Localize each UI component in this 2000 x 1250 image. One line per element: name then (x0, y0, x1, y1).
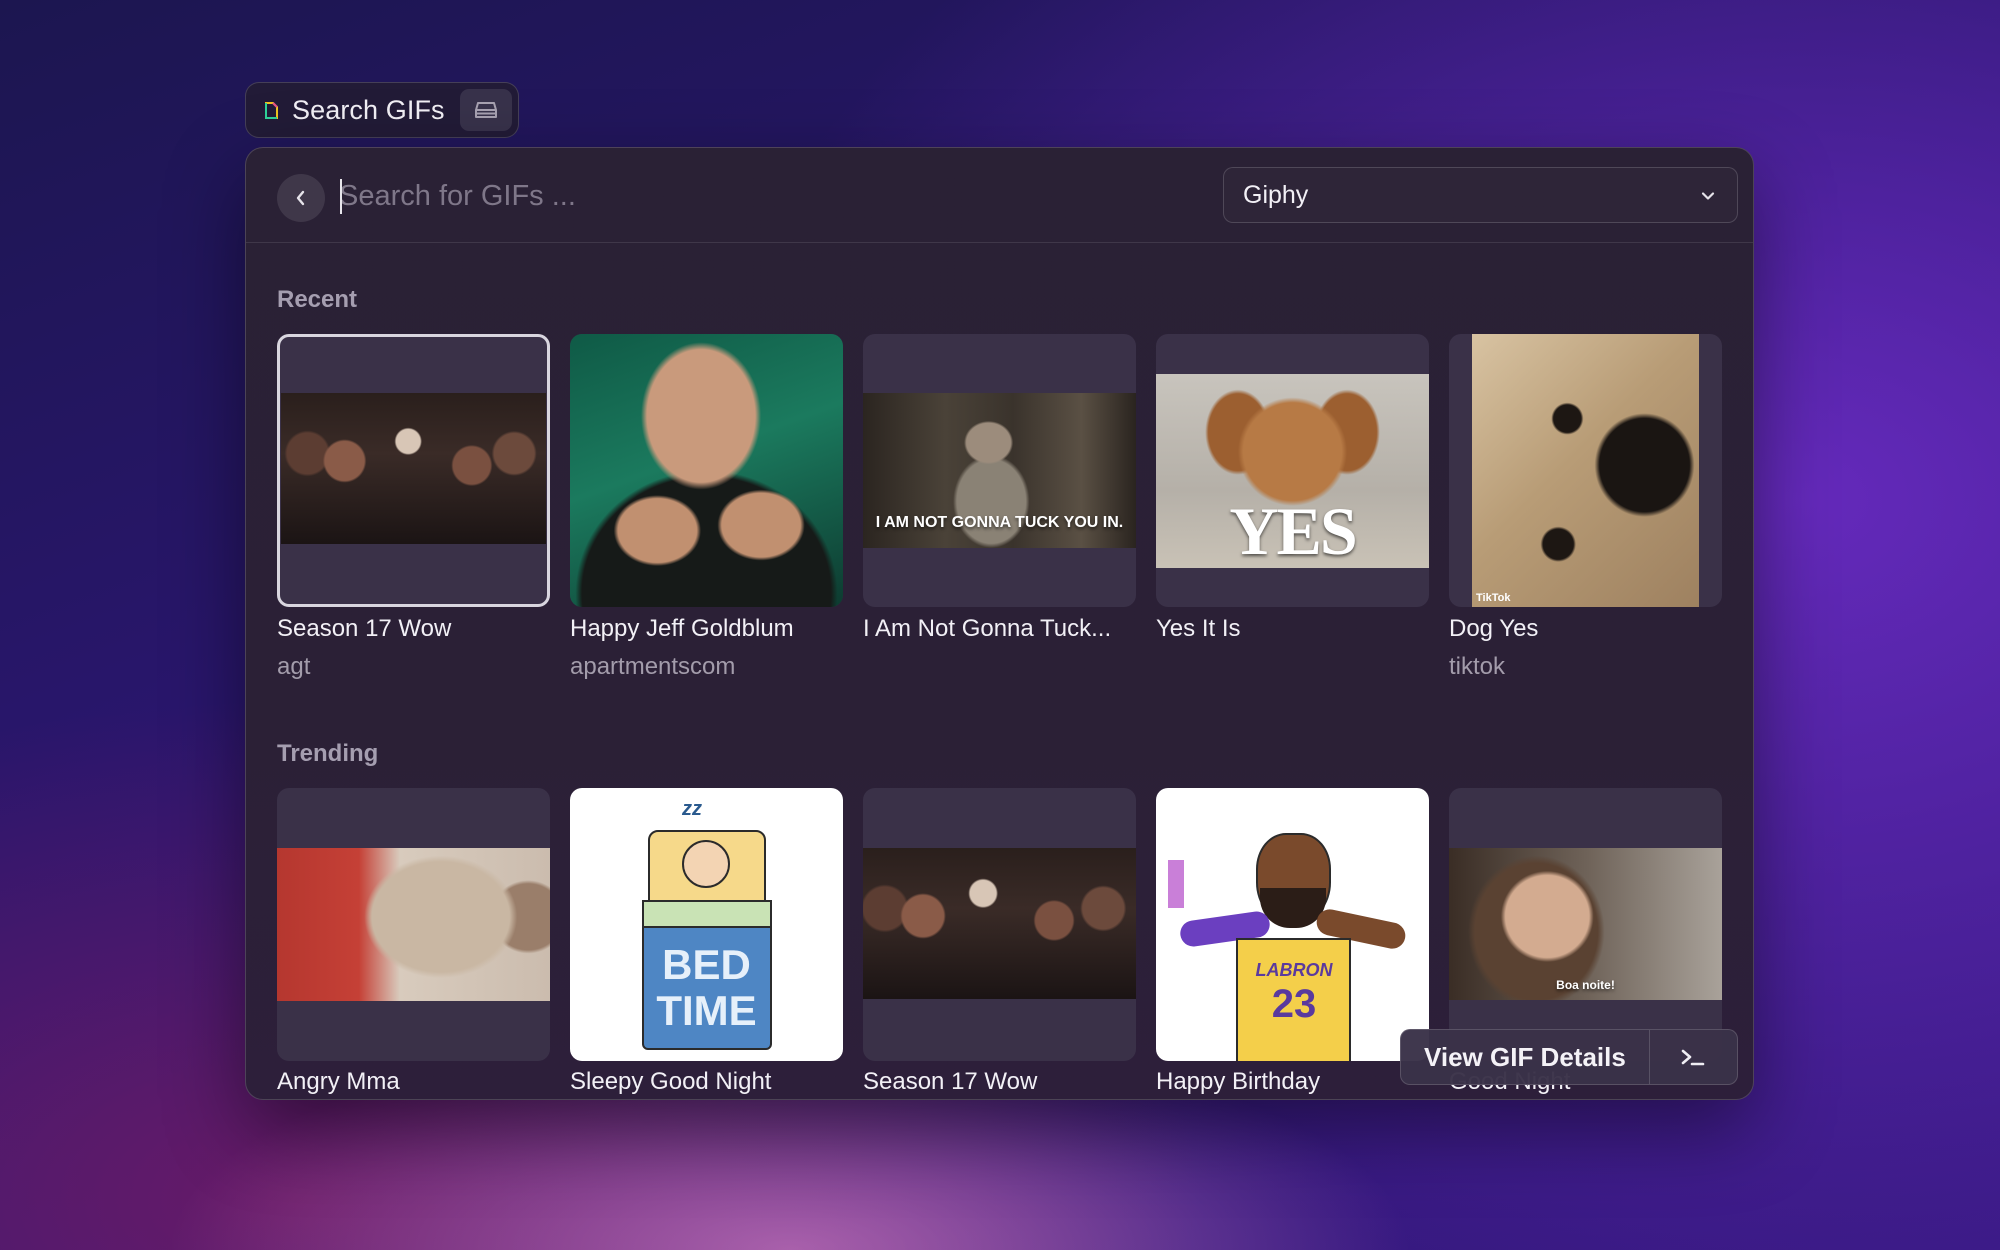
gif-card[interactable] (277, 334, 550, 607)
gif-card[interactable]: YES (1156, 334, 1429, 607)
gif-thumbnail: I AM NOT GONNA TUCK YOU IN. (863, 393, 1136, 548)
gif-caption-top: zz (682, 798, 702, 820)
gif-title: Season 17 Wow (863, 1068, 1038, 1095)
gif-caption: Boa noite! (1556, 978, 1615, 992)
gif-caption: 23 (1271, 982, 1317, 1026)
terminal-icon (1682, 1049, 1705, 1066)
provider-selected: Giphy (1243, 180, 1309, 209)
gif-card[interactable]: I AM NOT GONNA TUCK YOU IN. (863, 334, 1136, 607)
tray-icon[interactable] (460, 89, 512, 131)
provider-dropdown[interactable]: Giphy (1223, 167, 1738, 223)
gif-card[interactable]: Boa noite! (1449, 788, 1722, 1061)
gif-caption-line1: BED (662, 941, 751, 988)
gif-thumbnail (277, 848, 550, 1001)
gif-caption: I AM NOT GONNA TUCK YOU IN. (875, 514, 1124, 531)
gif-title: Sleepy Good Night (570, 1068, 772, 1095)
gif-title: Season 17 Wow (277, 615, 452, 642)
gif-caption-line2: TIME (656, 987, 757, 1034)
gif-card[interactable] (570, 334, 843, 607)
gif-card[interactable]: LABRON 23 (1156, 788, 1429, 1061)
command-title-pill: Search GIFs (245, 82, 519, 138)
gif-title: Happy Jeff Goldblum (570, 615, 794, 642)
text-caret (340, 179, 342, 214)
gif-caption: YES (1229, 493, 1357, 569)
gif-title: I Am Not Gonna Tuck... (863, 615, 1112, 642)
gif-source: agt (277, 653, 311, 680)
action-panel-button[interactable] (1650, 1047, 1737, 1067)
section-title-recent: Recent (277, 286, 358, 313)
chevron-down-icon (1701, 192, 1715, 200)
gif-thumbnail: Boa noite! (1449, 848, 1722, 1000)
view-gif-details-button[interactable]: View GIF Details (1401, 1030, 1650, 1084)
command-title: Search GIFs (292, 94, 445, 125)
search-input[interactable] (339, 170, 1099, 222)
gif-title: Angry Mma (277, 1068, 400, 1095)
gif-title: Yes It Is (1156, 615, 1241, 642)
gif-thumbnail: LABRON 23 (1156, 788, 1429, 1061)
gif-source: tiktok (1449, 653, 1506, 680)
back-button[interactable] (277, 174, 325, 222)
gif-thumbnail (281, 393, 546, 544)
gif-thumbnail: YES (1156, 374, 1429, 569)
gif-thumbnail (863, 848, 1136, 999)
gif-card[interactable]: TikTok (1449, 334, 1722, 607)
gif-thumbnail (570, 334, 843, 607)
gif-source: apartmentscom (570, 653, 736, 680)
gif-caption-jersey: LABRON (1255, 960, 1333, 980)
gif-card[interactable]: zz BED TIME (570, 788, 843, 1061)
action-bar: View GIF Details (1400, 1029, 1738, 1085)
chevron-left-icon (296, 190, 305, 206)
gif-thumbnail: TikTok (1472, 334, 1699, 607)
raycast-gif-icon (264, 102, 278, 119)
section-title-trending: Trending (277, 740, 379, 767)
search-bar: Giphy (246, 148, 1753, 243)
gif-search-window: Giphy Recent Season 17 Wow agt Happy Jef… (245, 147, 1754, 1100)
gif-card[interactable] (277, 788, 550, 1061)
gif-caption: TikTok (1476, 592, 1511, 604)
gif-thumbnail: zz BED TIME (570, 798, 843, 1050)
gif-title: Dog Yes (1449, 615, 1539, 642)
gif-card[interactable] (863, 788, 1136, 1061)
gif-title: Happy Birthday (1156, 1068, 1321, 1095)
